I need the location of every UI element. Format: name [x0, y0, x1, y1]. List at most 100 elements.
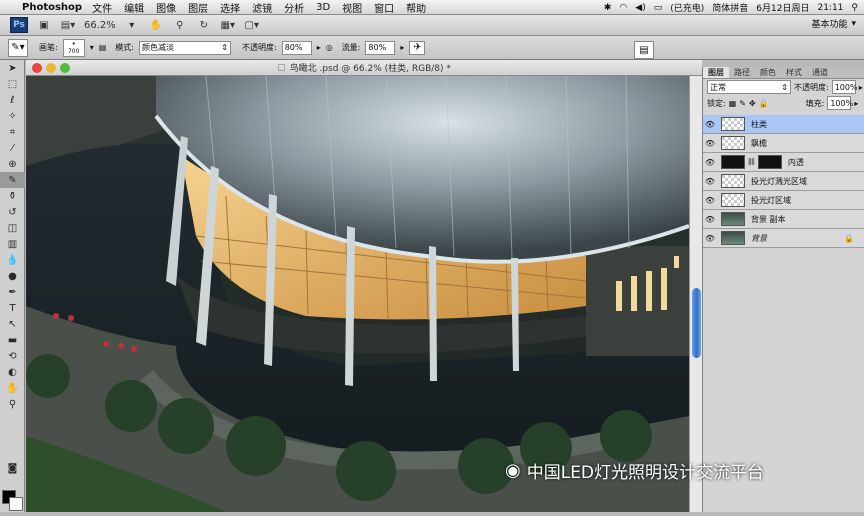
zoom-level[interactable]: 66.2% [84, 17, 116, 33]
tab-styles[interactable]: 样式 [781, 67, 807, 78]
layer-row[interactable]: 👁 飘檐 [703, 134, 864, 153]
lock-position-icon[interactable]: ✥ [749, 99, 756, 108]
history-brush-tool-icon[interactable]: ↺ [0, 204, 25, 220]
marquee-tool-icon[interactable]: ⬚ [0, 76, 25, 92]
spotlight-icon[interactable]: ⚲ [851, 3, 858, 13]
menu-help[interactable]: 帮助 [406, 0, 426, 15]
zoom-tool-icon[interactable]: ⚲ [0, 396, 25, 412]
shape-tool-icon[interactable]: ▬ [0, 332, 25, 348]
eye-icon[interactable]: 👁 [703, 196, 717, 205]
menu-file[interactable]: 文件 [92, 0, 112, 15]
3d-rotate-tool-icon[interactable]: ⟲ [0, 348, 25, 364]
tab-paths[interactable]: 路径 [729, 67, 755, 78]
blur-tool-icon[interactable]: 💧 [0, 252, 25, 268]
wifi-icon[interactable]: ◠ [619, 3, 627, 13]
eyedropper-tool-icon[interactable]: ⁄ [0, 140, 25, 156]
layer-row[interactable]: 👁 投光灯溅光区域 [703, 172, 864, 191]
3d-orbit-tool-icon[interactable]: ◐ [0, 364, 25, 380]
panel-toggle-icon[interactable]: ▤ [634, 41, 654, 59]
menu-select[interactable]: 选择 [220, 0, 240, 15]
menu-layer[interactable]: 图层 [188, 0, 208, 15]
menu-window[interactable]: 窗口 [374, 0, 394, 15]
stamp-tool-icon[interactable]: ⚱ [0, 188, 25, 204]
healing-tool-icon[interactable]: ⊕ [0, 156, 25, 172]
hand-tool-icon[interactable]: ✋ [0, 380, 25, 396]
tab-color[interactable]: 颜色 [755, 67, 781, 78]
eye-icon[interactable]: 👁 [703, 158, 717, 167]
quick-mask-icon[interactable]: ◙ [0, 460, 25, 476]
menu-image[interactable]: 图像 [156, 0, 176, 15]
quick-select-tool-icon[interactable]: ✧ [0, 108, 25, 124]
bridge-icon[interactable]: ▣ [36, 17, 52, 33]
menubar-date[interactable]: 6月12日周日 [756, 1, 809, 14]
background-color[interactable] [9, 497, 23, 511]
pen-tool-icon[interactable]: ✒ [0, 284, 25, 300]
zoom-dropdown-icon[interactable]: ▾ [124, 17, 140, 33]
eye-icon[interactable]: 👁 [703, 120, 717, 129]
mode-select[interactable]: 颜色减淡 ⇕ [138, 40, 231, 55]
zoom-tool-icon[interactable]: ⚲ [172, 17, 188, 33]
fill-input[interactable]: 100% [827, 96, 853, 110]
lock-transparency-icon[interactable]: ▦ [729, 99, 737, 108]
eye-icon[interactable]: 👁 [703, 215, 717, 224]
move-tool-icon[interactable]: ➤ [0, 60, 25, 76]
crop-tool-icon[interactable]: ⌗ [0, 124, 25, 140]
scrollbar-thumb[interactable] [692, 288, 701, 358]
fill-slider-icon[interactable]: ▸ [854, 99, 858, 108]
path-select-tool-icon[interactable]: ↖ [0, 316, 25, 332]
layer-opacity-input[interactable]: 100% [831, 80, 858, 94]
menu-view[interactable]: 视图 [342, 0, 362, 15]
minimize-icon[interactable] [46, 63, 56, 73]
input-method[interactable]: 简体拼音 [712, 1, 748, 14]
blend-mode-select[interactable]: 正常 ⇕ [707, 80, 791, 94]
tab-layers[interactable]: 图层 [703, 67, 729, 78]
eye-icon[interactable]: 👁 [703, 177, 717, 186]
menu-edit[interactable]: 编辑 [124, 0, 144, 15]
layer-row[interactable]: 👁 柱类 [703, 115, 864, 134]
opacity-input[interactable]: 80% [281, 40, 312, 55]
eye-icon[interactable]: 👁 [703, 234, 717, 243]
brush-tool-icon[interactable]: ✎ [0, 172, 25, 188]
chevron-down-icon[interactable]: ▾ [90, 43, 94, 52]
tab-channels[interactable]: 通道 [807, 67, 833, 78]
guides-icon[interactable]: ▤▾ [60, 17, 76, 33]
brush-size-picker[interactable]: • 700 [62, 38, 85, 57]
workspace-switcher[interactable]: 基本功能 ▾ [811, 17, 856, 31]
pressure-opacity-icon[interactable]: ◎ [326, 43, 333, 52]
type-tool-icon[interactable]: T [0, 300, 25, 316]
lock-all-icon[interactable]: 🔒 [759, 99, 769, 108]
vertical-scrollbar[interactable] [689, 76, 702, 512]
layer-row[interactable]: 👁 背景 副本 [703, 210, 864, 229]
rotate-view-icon[interactable]: ↻ [196, 17, 212, 33]
zoom-window-icon[interactable] [60, 63, 70, 73]
opacity-slider-icon[interactable]: ▸ [859, 83, 863, 92]
menu-analysis[interactable]: 分析 [284, 0, 304, 15]
airbrush-icon[interactable]: ✈ [409, 40, 426, 55]
volume-icon[interactable]: ◀) [635, 3, 645, 13]
app-menu[interactable]: Photoshop [22, 2, 82, 13]
battery-icon[interactable]: ▭ [654, 3, 663, 13]
tool-preset-brush-icon[interactable]: ✎▾ [8, 38, 28, 57]
flow-input[interactable]: 80% [365, 40, 396, 55]
eye-icon[interactable]: 👁 [703, 139, 717, 148]
brush-panel-icon[interactable]: ▤ [99, 43, 107, 52]
dodge-tool-icon[interactable]: ● [0, 268, 25, 284]
opacity-slider-icon[interactable]: ▸ [317, 43, 321, 52]
screen-mode-icon[interactable]: ▢▾ [244, 17, 260, 33]
color-swatches[interactable] [2, 490, 24, 516]
image-canvas[interactable] [26, 76, 689, 512]
lock-pixels-icon[interactable]: ✎ [739, 99, 746, 108]
lasso-tool-icon[interactable]: ℓ [0, 92, 25, 108]
menubar-time[interactable]: 21:11 [817, 3, 843, 13]
arrange-documents-icon[interactable]: ▦▾ [220, 17, 236, 33]
menu-3d[interactable]: 3D [316, 2, 330, 13]
hand-tool-icon[interactable]: ✋ [148, 17, 164, 33]
bluetooth-icon[interactable]: ✱ [604, 3, 612, 13]
layer-row[interactable]: 👁 ⛓ 内透 [703, 153, 864, 172]
menu-filter[interactable]: 滤镜 [252, 0, 272, 15]
gradient-tool-icon[interactable]: ▥ [0, 236, 25, 252]
eraser-tool-icon[interactable]: ◫ [0, 220, 25, 236]
ps-logo-icon[interactable]: Ps [10, 17, 28, 33]
close-icon[interactable] [32, 63, 42, 73]
layer-row[interactable]: 👁 背景 🔒 [703, 229, 864, 248]
